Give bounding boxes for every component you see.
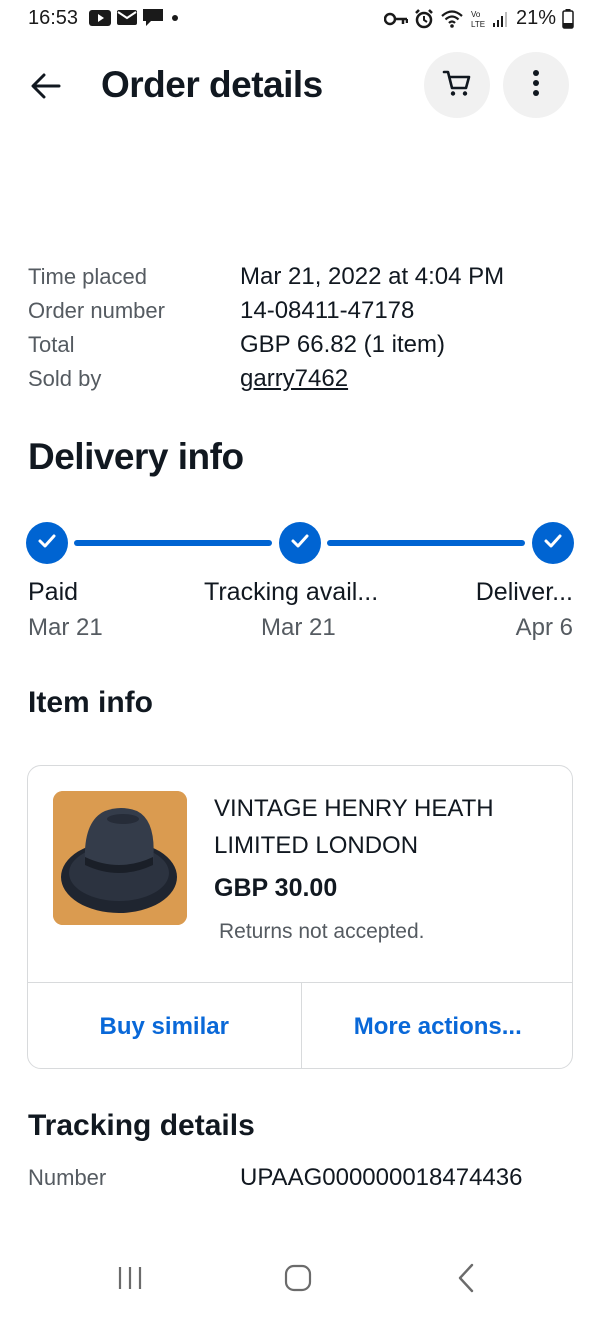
notification-icons [89,9,181,26]
battery-icon [562,8,574,29]
system-back-button[interactable] [436,1260,496,1300]
cart-button[interactable] [424,52,490,118]
system-nav-bar [0,1240,600,1318]
summary-label: Order number [28,298,165,323]
tracking-details-heading: Tracking details [28,1109,255,1142]
order-summary: Time placed Mar 21, 2022 at 4:04 PM Orde… [28,260,588,396]
battery-label: 21% [515,7,556,29]
tracking-number-value[interactable]: UPAAG000000018474436 [240,1160,570,1196]
returns-policy: Returns not accepted. [219,920,425,943]
dot-icon [169,12,181,24]
arrow-left-icon [31,73,61,104]
item-card: VINTAGE HENRY HEATH LIMITED LONDON GBP 3… [27,765,573,1069]
step-complete-tracking [279,522,321,564]
step-label-delivered: Deliver... [475,578,573,606]
step-label-paid: Paid [28,578,79,606]
item-actions: Buy similar More actions... [28,982,573,1068]
summary-label: Total [28,332,75,357]
back-icon [456,1263,476,1298]
step-date-delivered: Apr 6 [515,614,573,641]
summary-value: 14-08411-47178 [240,297,415,324]
chat-icon [143,9,163,26]
summary-row-time-placed: Time placed Mar 21, 2022 at 4:04 PM [28,260,588,294]
home-button[interactable] [268,1260,328,1300]
status-time: 16:53 [28,7,79,29]
seller-link[interactable]: garry7462 [240,365,348,393]
mail-icon [117,10,137,25]
check-icon [543,533,563,554]
step-label-tracking: Tracking avail... [204,578,379,606]
volte-icon: Vo LTE [470,9,486,29]
cart-icon [442,69,472,102]
home-icon [284,1264,312,1297]
summary-label: Time placed [28,264,148,289]
progress-line [327,540,525,546]
summary-row-total: Total GBP 66.82 (1 item) [28,328,588,362]
delivery-info-heading: Delivery info [28,436,244,477]
recent-apps-icon [116,1265,144,1296]
summary-row-sold-by: Sold by garry7462 [28,362,588,396]
tracking-number-label: Number [28,1165,107,1190]
more-actions-button[interactable]: More actions... [300,983,573,1068]
check-icon [37,533,57,554]
buy-similar-button[interactable]: Buy similar [28,983,301,1068]
youtube-icon [89,9,111,26]
item-title-link[interactable]: VINTAGE HENRY HEATH LIMITED LONDON [214,790,554,864]
check-icon [290,533,310,554]
step-complete-paid [26,522,68,564]
recent-apps-button[interactable] [100,1260,160,1300]
page-title: Order details [101,64,323,105]
item-info-heading: Item info [28,686,153,719]
progress-line [74,540,272,546]
summary-row-order-number: Order number 14-08411-47178 [28,294,588,328]
summary-value: GBP 66.82 (1 item) [240,331,445,358]
item-thumbnail[interactable] [53,791,187,925]
key-icon [383,12,408,26]
app-bar: Order details [0,52,600,120]
alarm-icon [414,8,434,29]
step-date-tracking: Mar 21 [261,614,336,641]
signal-icon [492,10,510,28]
svg-text:Vo: Vo [471,10,481,19]
step-complete-delivered [532,522,574,564]
back-button[interactable] [22,64,70,112]
more-options-button[interactable] [503,52,569,118]
status-bar: 16:53 Vo LTE 21% [0,0,600,38]
summary-label: Sold by [28,366,102,391]
wifi-icon [440,9,464,29]
item-price: GBP 30.00 [214,874,338,902]
system-icons: Vo LTE 21% [383,7,574,30]
delivery-progress [26,522,574,566]
summary-value: Mar 21, 2022 at 4:04 PM [240,263,505,290]
more-vertical-icon [532,69,540,102]
svg-text:LTE: LTE [471,20,485,29]
step-date-paid: Mar 21 [28,614,103,641]
